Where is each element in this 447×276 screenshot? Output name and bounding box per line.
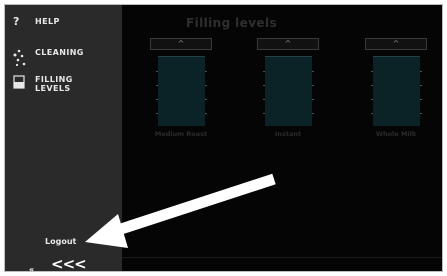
container-icon [13,75,27,91]
container-svg [13,75,25,89]
logout-button[interactable]: Logout [45,237,76,246]
question-icon: ? [13,15,20,28]
back-button[interactable]: <<< [51,255,87,271]
level-instant: ^ Instant [257,38,319,138]
level-whole-milk: ^ Whole Milk [365,38,427,138]
level-tank [156,56,207,126]
level-label: Whole Milk [375,130,417,138]
level-label: Medium Roast [154,130,208,138]
sidebar-item-label: FILLING LEVELS [35,75,73,93]
app-window: ? HELP CLEANING FILLING LEVELS Logout « … [4,4,443,272]
collapse-sidebar-button[interactable]: « [29,265,34,271]
page-title: Filling levels [186,16,278,30]
drops-icon [13,48,27,68]
sidebar-item-cleaning[interactable]: CLEANING [13,48,84,68]
level-tank [371,56,422,126]
main-panel: Filling levels ^ Medium Roast ^ Instant … [122,5,442,271]
sidebar-item-filling-levels[interactable]: FILLING LEVELS [13,75,73,93]
level-medium-roast: ^ Medium Roast [150,38,212,138]
increase-button[interactable]: ^ [257,38,319,50]
divider [122,257,442,258]
level-tank [263,56,314,126]
increase-button[interactable]: ^ [365,38,427,50]
sidebar-item-help[interactable]: ? HELP [13,15,60,28]
increase-button[interactable]: ^ [150,38,212,50]
sidebar-item-label: CLEANING [35,48,84,57]
sidebar-item-label: HELP [35,17,60,26]
drops-svg [13,49,26,67]
level-label: Instant [274,130,302,138]
sidebar: ? HELP CLEANING FILLING LEVELS Logout « … [5,5,122,271]
